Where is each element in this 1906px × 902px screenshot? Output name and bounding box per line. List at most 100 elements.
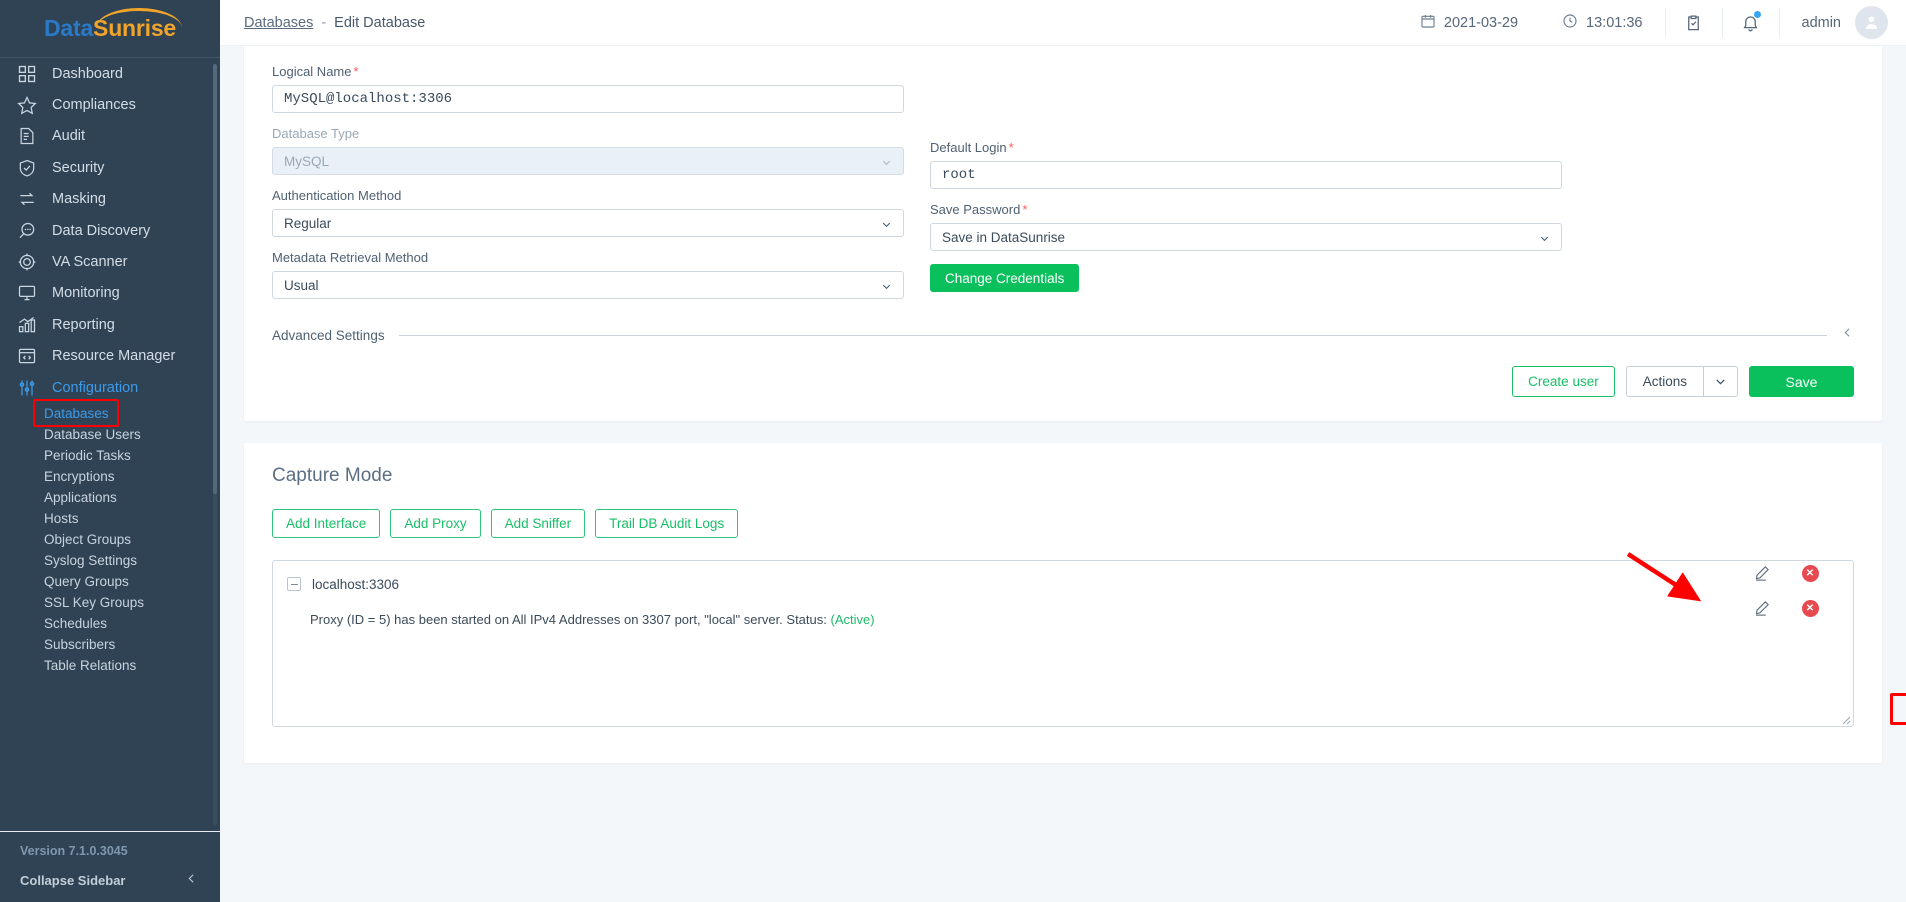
sidebar-subitem-encryptions[interactable]: Encryptions [0,466,220,487]
add-sniffer-button[interactable]: Add Sniffer [491,509,586,538]
capture-mode-buttons: Add Interface Add Proxy Add Sniffer Trai… [272,509,1854,538]
advanced-settings-divider [399,335,1827,336]
capture-mode-title: Capture Mode [272,465,1854,487]
sidebar-subitem-label: SSL Key Groups [44,595,144,610]
actions-dropdown-toggle[interactable] [1703,366,1738,397]
sidebar-nav: Dashboard Compliances Audit Security [0,57,220,831]
authentication-method-value: Regular [284,216,881,231]
sidebar-subitem-schedules[interactable]: Schedules [0,613,220,634]
sidebar-subitem-query-groups[interactable]: Query Groups [0,571,220,592]
current-time-value: 13:01:36 [1586,15,1642,31]
advanced-settings-row[interactable]: Advanced Settings [272,326,1854,344]
edit-proxy-button[interactable] [1738,595,1786,621]
advanced-settings-collapse-icon[interactable] [1841,326,1854,344]
logical-name-input[interactable]: MySQL@localhost:3306 [272,85,904,113]
metadata-retrieval-method-select[interactable]: Usual [272,271,904,299]
chevron-down-icon [1539,232,1550,243]
proxy-group-row: localhost:3306 [273,571,1853,595]
actions-button[interactable]: Actions [1626,366,1703,397]
sidebar-item-compliances[interactable]: Compliances [0,89,220,120]
sidebar-subitem-databases[interactable]: Databases [0,403,220,424]
default-login-input[interactable]: root [930,161,1562,189]
trail-db-audit-logs-button[interactable]: Trail DB Audit Logs [595,509,738,538]
form-actions-row: Create user Actions Save [272,366,1854,397]
sidebar-item-label: Reporting [52,317,115,333]
save-password-group: Save Password* Save in DataSunrise [930,202,1562,251]
sidebar-item-monitoring[interactable]: Monitoring [0,278,220,309]
brand-data-text: Data [44,15,93,41]
sidebar-item-label: Masking [52,191,106,207]
save-password-select[interactable]: Save in DataSunrise [930,223,1562,251]
user-menu[interactable]: admin [1780,6,1893,39]
sidebar-subitem-label: Object Groups [44,532,131,547]
add-proxy-button[interactable]: Add Proxy [390,509,480,538]
sidebar-item-label: Compliances [52,97,136,113]
breadcrumb-databases-link[interactable]: Databases [244,15,313,31]
proxy-detail-text: Proxy (ID = 5) has been started on All I… [310,612,830,627]
collapse-sidebar-button[interactable]: Collapse Sidebar [0,872,220,888]
bar-chart-icon [16,314,38,336]
collapse-toggle-icon[interactable] [287,577,301,591]
swap-arrows-icon [16,188,38,210]
brand-logo[interactable]: DataSunrise [0,0,220,57]
chevron-down-icon [881,218,892,229]
default-login-group: Default Login* root [930,140,1562,189]
sidebar-subitem-table-relations[interactable]: Table Relations [0,655,220,676]
advanced-settings-label: Advanced Settings [272,328,385,343]
database-type-value: MySQL [284,154,881,169]
sidebar-subitem-syslog-settings[interactable]: Syslog Settings [0,550,220,571]
chevron-left-icon [185,872,198,888]
chevron-down-icon [881,156,892,167]
sidebar-item-dashboard[interactable]: Dashboard [0,58,220,89]
sidebar-item-label: Monitoring [52,285,120,301]
sidebar-item-data-discovery[interactable]: Data Discovery [0,215,220,246]
sidebar-item-audit[interactable]: Audit [0,121,220,152]
target-icon [16,251,38,273]
sidebar-footer: Version 7.1.0.3045 Collapse Sidebar [0,831,220,902]
current-date: 2021-03-29 [1398,13,1540,33]
add-interface-button[interactable]: Add Interface [272,509,380,538]
sidebar-subitem-object-groups[interactable]: Object Groups [0,529,220,550]
create-user-button[interactable]: Create user [1512,366,1615,397]
sidebar-subitem-ssl-key-groups[interactable]: SSL Key Groups [0,592,220,613]
user-name: admin [1802,15,1842,31]
delete-circle-icon: ✕ [1802,565,1819,582]
sidebar-subitem-hosts[interactable]: Hosts [0,508,220,529]
sidebar-item-security[interactable]: Security [0,152,220,183]
sidebar-item-resource-manager[interactable]: Resource Manager [0,341,220,372]
shield-check-icon [16,157,38,179]
delete-proxy-group-button[interactable]: ✕ [1786,560,1834,586]
sidebar-subitem-database-users[interactable]: Database Users [0,424,220,445]
save-button[interactable]: Save [1749,366,1854,397]
form-column-left: Logical Name* MySQL@localhost:3306 Datab… [272,64,904,312]
delete-proxy-button[interactable]: ✕ [1786,595,1834,621]
sidebar-item-va-scanner[interactable]: VA Scanner [0,246,220,277]
tasks-clipboard-button[interactable] [1666,0,1722,46]
authentication-method-select[interactable]: Regular [272,209,904,237]
sidebar-scrollbar-thumb[interactable] [213,64,217,494]
top-bar: Databases - Edit Database 2021-03-29 13:… [220,0,1906,46]
breadcrumb-separator: - [321,15,326,31]
required-marker: * [1009,140,1014,155]
form-column-right: Default Login* root Save Password* Save … [930,64,1562,312]
sidebar-subitem-periodic-tasks[interactable]: Periodic Tasks [0,445,220,466]
sidebar-item-reporting[interactable]: Reporting [0,309,220,340]
sidebar-subitem-label: Database Users [44,427,141,442]
change-credentials-button[interactable]: Change Credentials [930,264,1079,292]
sidebar-item-masking[interactable]: Masking [0,184,220,215]
capture-mode-list: localhost:3306 Proxy (ID = 5) has been s… [272,560,1854,727]
notifications-button[interactable] [1723,0,1779,46]
sidebar-item-configuration[interactable]: Configuration [0,372,220,403]
authentication-method-label: Authentication Method [272,188,904,203]
sidebar-item-label: VA Scanner [52,254,128,270]
group-row-actions: ✕ [1678,560,1853,586]
detail-row-actions: ✕ [1678,595,1853,621]
sidebar-item-label: Configuration [52,380,138,396]
edit-proxy-group-button[interactable] [1738,560,1786,586]
resize-handle[interactable] [1839,712,1851,724]
logical-name-label-text: Logical Name [272,64,352,79]
sidebar-subitem-subscribers[interactable]: Subscribers [0,634,220,655]
sidebar-subitem-applications[interactable]: Applications [0,487,220,508]
metadata-retrieval-method-group: Metadata Retrieval Method Usual [272,250,904,299]
metadata-retrieval-method-value: Usual [284,278,881,293]
